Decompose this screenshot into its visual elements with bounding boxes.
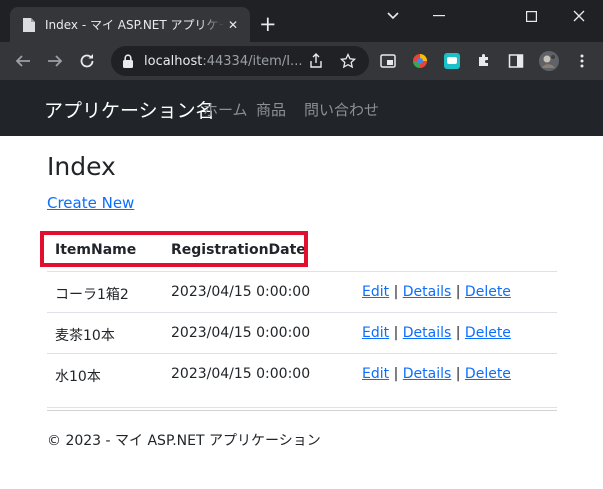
page-content: Index Create New ItemName RegistrationDa… — [0, 136, 603, 489]
document-icon — [23, 17, 35, 32]
lock-icon[interactable] — [122, 54, 134, 68]
delete-link[interactable]: Delete — [465, 284, 511, 300]
minimize-icon[interactable] — [416, 4, 462, 28]
browser-toolbar: localhost:44334/item/I... — [0, 42, 603, 80]
share-icon[interactable] — [308, 53, 324, 69]
table-row: 麦茶10本 2023/04/15 0:00:00 Edit | Details … — [47, 312, 557, 354]
item-name-cell: 水10本 — [55, 369, 101, 385]
table-row: 水10本 2023/04/15 0:00:00 Edit | Details |… — [47, 353, 557, 385]
footer-divider — [47, 410, 557, 411]
table-bottom-border — [47, 407, 557, 408]
edit-link[interactable]: Edit — [362, 366, 389, 382]
reload-icon[interactable] — [76, 50, 98, 72]
registration-date-cell: 2023/04/15 0:00:00 — [171, 284, 311, 300]
address-bar[interactable]: localhost:44334/item/I... — [111, 46, 369, 76]
forward-icon[interactable] — [44, 50, 66, 72]
table-row: コーラ1箱2 2023/04/15 0:00:00 Edit | Details… — [47, 271, 557, 313]
footer-copyright: © 2023 - マイ ASP.NET アプリケーション — [47, 433, 321, 449]
edit-link[interactable]: Edit — [362, 284, 389, 300]
extensions-puzzle-icon[interactable] — [476, 53, 492, 69]
back-icon[interactable] — [12, 50, 34, 72]
url-text: localhost:44334/item/I... — [144, 54, 303, 69]
edit-link[interactable]: Edit — [362, 325, 389, 341]
tab-search-chevron-icon[interactable] — [370, 4, 416, 28]
star-icon[interactable] — [340, 53, 356, 69]
tab-close-icon[interactable]: ✕ — [224, 18, 242, 32]
action-separator: | — [451, 366, 465, 382]
action-separator: | — [451, 284, 465, 300]
tab-title: Index - マイ ASP.NET アプリケーション — [45, 18, 224, 32]
delete-link[interactable]: Delete — [465, 366, 511, 382]
details-link[interactable]: Details — [403, 366, 452, 382]
registration-date-cell: 2023/04/15 0:00:00 — [171, 366, 311, 382]
row-actions: Edit | Details | Delete — [362, 284, 511, 300]
header-highlight-box — [40, 231, 308, 267]
site-navbar: アプリケーション名 ホーム 商品 問い合わせ — [0, 80, 603, 136]
browser-tab[interactable]: Index - マイ ASP.NET アプリケーション ✕ — [10, 7, 250, 42]
window-close-icon[interactable] — [556, 4, 602, 28]
registration-date-cell: 2023/04/15 0:00:00 — [171, 325, 311, 341]
navbar-brand[interactable]: アプリケーション名 — [44, 96, 215, 123]
details-link[interactable]: Details — [403, 325, 452, 341]
details-link[interactable]: Details — [403, 284, 452, 300]
row-actions: Edit | Details | Delete — [362, 325, 511, 341]
side-panel-icon[interactable] — [508, 53, 524, 69]
color-extension-icon[interactable] — [412, 53, 428, 69]
new-tab-button[interactable]: + — [259, 13, 277, 35]
browser-tabstrip: Index - マイ ASP.NET アプリケーション ✕ + — [0, 0, 603, 42]
more-menu-icon[interactable] — [574, 53, 590, 69]
row-actions: Edit | Details | Delete — [362, 366, 511, 382]
item-name-cell: コーラ1箱2 — [55, 287, 129, 303]
nav-link-home[interactable]: ホーム — [203, 99, 248, 120]
item-name-cell: 麦茶10本 — [55, 328, 115, 344]
nav-link-products[interactable]: 商品 — [256, 99, 286, 120]
maximize-icon[interactable] — [508, 4, 554, 28]
picture-in-picture-icon[interactable] — [380, 53, 396, 69]
page-title: Index — [47, 152, 116, 181]
action-separator: | — [451, 325, 465, 341]
create-new-link[interactable]: Create New — [47, 194, 134, 212]
nav-link-contact[interactable]: 問い合わせ — [304, 99, 379, 120]
action-separator: | — [389, 366, 403, 382]
chat-extension-icon[interactable] — [444, 53, 460, 69]
delete-link[interactable]: Delete — [465, 325, 511, 341]
action-separator: | — [389, 325, 403, 341]
action-separator: | — [389, 284, 403, 300]
profile-avatar-icon[interactable] — [539, 51, 559, 71]
